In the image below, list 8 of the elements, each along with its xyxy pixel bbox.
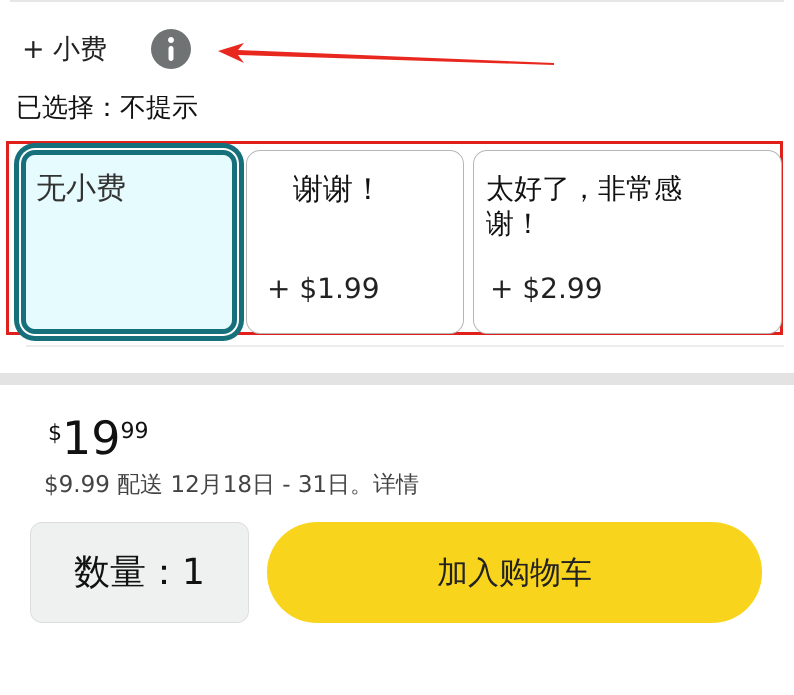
tip-option[interactable]: 太好了，非常感谢！ + $2.99 <box>473 150 782 334</box>
quantity-selector[interactable]: 数量：1 <box>30 522 249 623</box>
add-to-cart-button[interactable]: 加入购物车 <box>267 522 762 623</box>
tip-option[interactable]: 谢谢！ + $1.99 <box>246 150 464 334</box>
delivery-info: $9.99 配送 12月18日 - 31日。详情 <box>44 471 420 500</box>
selection-status: 已选择：不提示 <box>16 92 198 125</box>
info-icon[interactable] <box>151 29 192 69</box>
tip-label: + 小费 <box>22 33 108 67</box>
